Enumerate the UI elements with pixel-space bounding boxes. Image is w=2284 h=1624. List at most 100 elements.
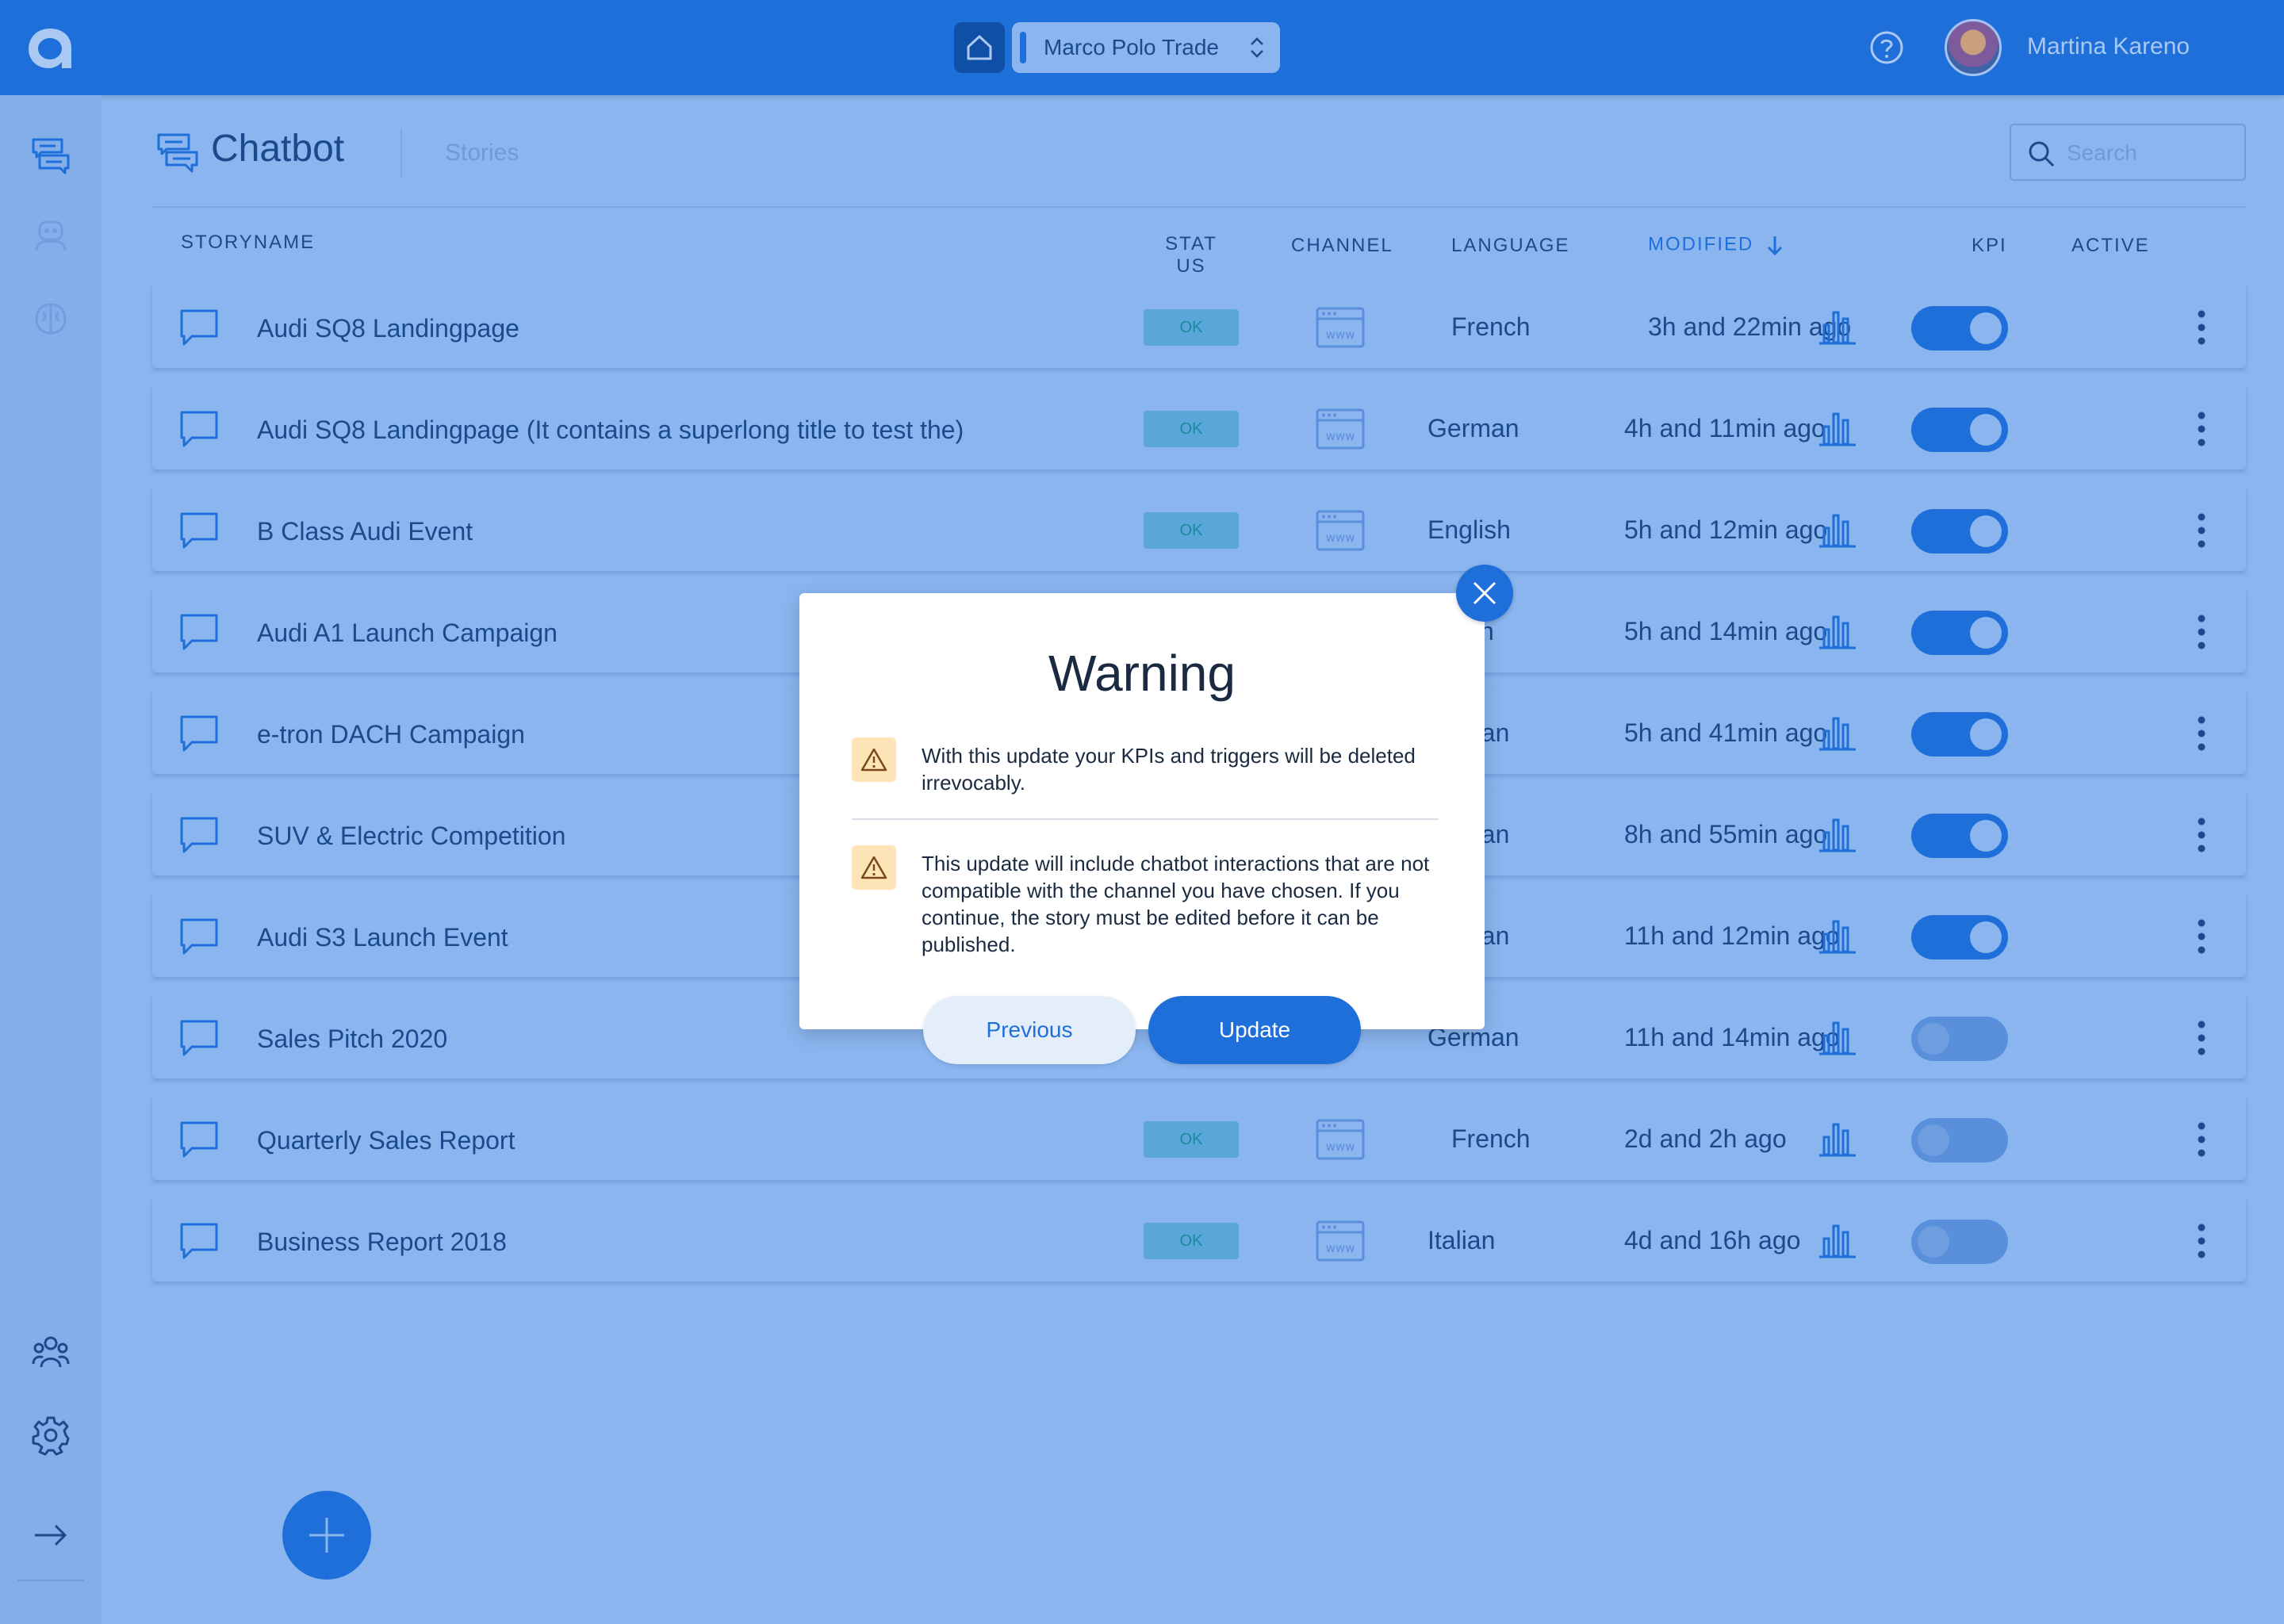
chat-bubble-icon — [179, 409, 219, 449]
chat-bubble-icon — [179, 815, 219, 855]
story-name[interactable]: SUV & Electric Competition — [257, 822, 565, 851]
sidebar-divider — [17, 1580, 84, 1581]
sidebar — [0, 95, 102, 1624]
story-name[interactable]: B Class Audi Event — [257, 517, 473, 546]
top-bar: Marco Polo Trade Martina Kareno — [0, 0, 2284, 95]
story-language: Italian — [1428, 1226, 1496, 1254]
kpi-chart-icon[interactable] — [1818, 612, 1857, 650]
chat-bubble-icon — [179, 1120, 219, 1159]
tab-stories[interactable]: Stories — [445, 140, 519, 167]
active-toggle[interactable] — [1911, 712, 2008, 756]
user-avatar[interactable] — [1945, 19, 2002, 76]
warning-item-1: With this update your KPIs and triggers … — [852, 737, 1439, 809]
search-box[interactable] — [2010, 124, 2246, 181]
story-modified: 4d and 16h ago — [1624, 1226, 1801, 1254]
more-options-icon[interactable] — [2197, 614, 2206, 650]
kpi-chart-icon[interactable] — [1818, 815, 1857, 853]
org-color-bar — [1020, 32, 1026, 63]
column-header-status[interactable]: STATUS — [1159, 233, 1223, 278]
app-logo[interactable] — [24, 24, 76, 71]
table-row[interactable]: Audi SQ8 Landingpage OK www French 3h and 22… — [152, 282, 2246, 368]
story-name[interactable]: Sales Pitch 2020 — [257, 1025, 447, 1054]
more-options-icon[interactable] — [2197, 918, 2206, 955]
more-options-icon[interactable] — [2197, 715, 2206, 752]
story-name[interactable]: Business Report 2018 — [257, 1228, 507, 1257]
active-toggle[interactable] — [1911, 306, 2008, 350]
brain-nav-icon[interactable] — [30, 298, 71, 339]
team-nav-icon[interactable] — [30, 1332, 71, 1373]
help-icon[interactable] — [1869, 30, 1904, 65]
close-icon — [1473, 581, 1496, 605]
status-badge: OK — [1144, 1121, 1239, 1158]
column-header-storyname[interactable]: STORYNAME — [181, 232, 315, 254]
more-options-icon[interactable] — [2197, 309, 2206, 346]
warning-text-1: With this update your KPIs and triggers … — [922, 744, 1416, 795]
toggle-knob — [1970, 921, 2002, 953]
column-header-channel[interactable]: CHANNEL — [1291, 235, 1393, 257]
more-options-icon[interactable] — [2197, 1223, 2206, 1259]
kpi-chart-icon[interactable] — [1818, 1018, 1857, 1056]
previous-button[interactable]: Previous — [923, 996, 1136, 1064]
update-button[interactable]: Update — [1148, 996, 1361, 1064]
active-toggle[interactable] — [1911, 611, 2008, 655]
svg-text:www: www — [1326, 530, 1355, 545]
more-options-icon[interactable] — [2197, 1121, 2206, 1158]
more-options-icon[interactable] — [2197, 411, 2206, 447]
svg-text:www: www — [1326, 1241, 1355, 1255]
chevron-updown-icon — [1251, 37, 1263, 58]
warning-triangle-icon — [852, 845, 896, 890]
home-button[interactable] — [954, 22, 1005, 73]
active-toggle[interactable] — [1911, 1017, 2008, 1061]
settings-gear-icon[interactable] — [30, 1415, 71, 1456]
column-header-modified[interactable]: MODIFIED — [1648, 233, 1784, 257]
kpi-chart-icon[interactable] — [1818, 714, 1857, 752]
toggle-knob — [1970, 515, 2002, 547]
search-input[interactable] — [2067, 138, 2233, 168]
web-channel-icon: www — [1315, 1220, 1366, 1262]
more-options-icon[interactable] — [2197, 1020, 2206, 1056]
robot-nav-icon[interactable] — [30, 216, 71, 257]
organization-select[interactable]: Marco Polo Trade — [1012, 22, 1280, 73]
expand-arrow-icon[interactable] — [30, 1515, 71, 1556]
kpi-chart-icon[interactable] — [1818, 511, 1857, 549]
close-dialog-button[interactable] — [1456, 565, 1513, 622]
story-modified: 4h and 11min ago — [1624, 414, 1826, 442]
chat-bubble-icon — [179, 714, 219, 753]
web-channel-icon: www — [1315, 306, 1366, 349]
story-modified: 2d and 2h ago — [1624, 1124, 1787, 1153]
story-name[interactable]: e-tron DACH Campaign — [257, 720, 525, 749]
table-row[interactable]: Audi SQ8 Landingpage (It contains a supe… — [152, 384, 2246, 469]
story-name[interactable]: Audi A1 Launch Campaign — [257, 619, 558, 648]
column-header-kpi[interactable]: KPI — [1972, 235, 2007, 257]
story-name[interactable]: Audi SQ8 Landingpage — [257, 314, 519, 343]
column-header-language[interactable]: LANGUAGE — [1451, 235, 1569, 257]
story-name[interactable]: Quarterly Sales Report — [257, 1126, 515, 1155]
kpi-chart-icon[interactable] — [1818, 1120, 1857, 1158]
active-toggle[interactable] — [1911, 814, 2008, 858]
chatbot-nav-icon[interactable] — [30, 135, 71, 176]
story-name[interactable]: Audi S3 Launch Event — [257, 923, 508, 952]
column-header-active[interactable]: ACTIVE — [2071, 235, 2150, 257]
toggle-knob — [1970, 312, 2002, 344]
story-name[interactable]: Audi SQ8 Landingpage (It contains a supe… — [257, 416, 964, 445]
kpi-chart-icon[interactable] — [1818, 917, 1857, 955]
kpi-chart-icon[interactable] — [1818, 1221, 1857, 1259]
kpi-chart-icon[interactable] — [1818, 308, 1857, 346]
active-toggle[interactable] — [1911, 1220, 2008, 1264]
more-options-icon[interactable] — [2197, 817, 2206, 853]
plus-icon — [309, 1518, 344, 1553]
user-name[interactable]: Martina Kareno — [2027, 33, 2190, 60]
warning-dialog: Warning With this update your KPIs and t… — [799, 593, 1485, 1029]
chat-bubble-icon — [179, 1221, 219, 1261]
active-toggle[interactable] — [1911, 915, 2008, 959]
active-toggle[interactable] — [1911, 509, 2008, 553]
kpi-chart-icon[interactable] — [1818, 409, 1857, 447]
table-row[interactable]: B Class Audi Event OK www English 5h and 12m… — [152, 485, 2246, 571]
chat-bubble-icon — [179, 308, 219, 347]
active-toggle[interactable] — [1911, 408, 2008, 452]
table-row[interactable]: Quarterly Sales Report OK www French 2d and … — [152, 1094, 2246, 1180]
active-toggle[interactable] — [1911, 1118, 2008, 1162]
more-options-icon[interactable] — [2197, 512, 2206, 549]
add-story-button[interactable] — [282, 1491, 371, 1580]
table-row[interactable]: Business Report 2018 OK www Italian 4d and 1… — [152, 1196, 2246, 1281]
